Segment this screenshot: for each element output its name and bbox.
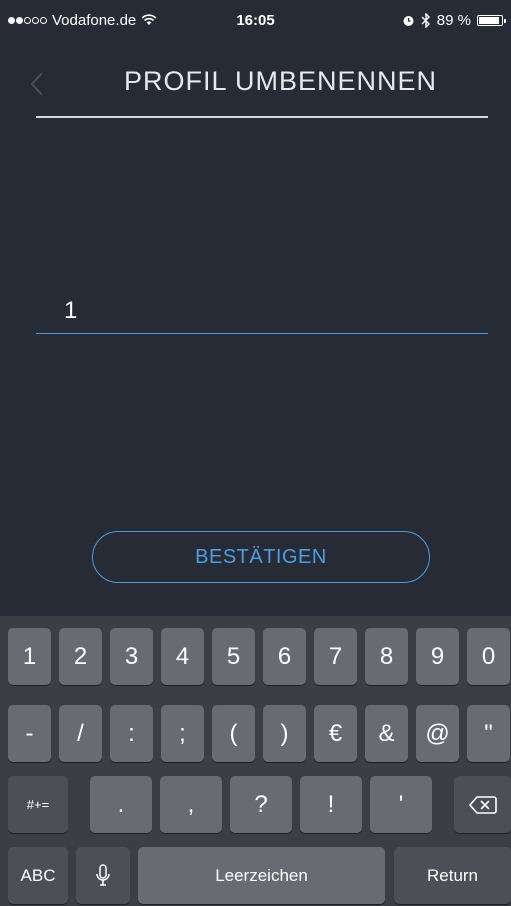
abc-key[interactable]: ABC	[8, 847, 68, 904]
key-close-paren[interactable]: )	[263, 705, 306, 762]
dictation-key[interactable]	[76, 847, 130, 904]
carrier-name: Vodafone.de	[52, 11, 137, 29]
status-bar: Vodafone.de 16:05 89 %	[0, 0, 511, 40]
battery-percentage: 89 %	[436, 11, 471, 29]
chevron-left-icon	[30, 72, 43, 96]
backspace-icon	[468, 795, 497, 814]
key-question[interactable]: ?	[230, 776, 292, 833]
space-key[interactable]: Leerzeichen	[138, 847, 385, 904]
delete-key[interactable]	[454, 776, 511, 833]
signal-strength-icon	[8, 16, 47, 24]
key-quote[interactable]: "	[467, 705, 510, 762]
status-right: 89 %	[402, 11, 506, 29]
key-2[interactable]: 2	[59, 628, 102, 685]
keyboard: 1 2 3 4 5 6 7 8 9 0 - / : ; ( ) € & @ " …	[0, 616, 511, 906]
key-colon[interactable]: :	[110, 705, 153, 762]
battery-icon	[477, 14, 506, 26]
key-semicolon[interactable]: ;	[161, 705, 204, 762]
key-0[interactable]: 0	[467, 628, 510, 685]
key-euro[interactable]: €	[314, 705, 357, 762]
key-8[interactable]: 8	[365, 628, 408, 685]
title-divider	[36, 116, 488, 118]
key-slash[interactable]: /	[59, 705, 102, 762]
key-ampersand[interactable]: &	[365, 705, 408, 762]
key-at[interactable]: @	[416, 705, 459, 762]
status-left: Vodafone.de	[8, 12, 157, 29]
key-open-paren[interactable]: (	[212, 705, 255, 762]
key-apostrophe[interactable]: '	[370, 776, 432, 833]
back-button[interactable]	[22, 64, 52, 104]
key-5[interactable]: 5	[212, 628, 255, 685]
page-title: PROFIL UMBENENNEN	[123, 66, 438, 96]
wifi-icon	[141, 14, 157, 25]
key-period[interactable]: .	[90, 776, 152, 833]
key-7[interactable]: 7	[314, 628, 357, 685]
key-exclamation[interactable]: !	[300, 776, 362, 833]
microphone-icon	[96, 863, 110, 886]
alarm-icon	[403, 15, 414, 26]
key-hyphen[interactable]: -	[8, 705, 51, 762]
key-1[interactable]: 1	[8, 628, 51, 685]
key-6[interactable]: 6	[263, 628, 306, 685]
return-key[interactable]: Return	[394, 847, 511, 904]
key-4[interactable]: 4	[161, 628, 204, 685]
key-3[interactable]: 3	[110, 628, 153, 685]
symbols-mode-key[interactable]: #+=	[8, 776, 68, 833]
key-9[interactable]: 9	[416, 628, 459, 685]
bluetooth-icon	[421, 12, 430, 28]
key-comma[interactable]: ,	[160, 776, 222, 833]
battery-fill	[479, 16, 499, 24]
profile-name-input[interactable]	[36, 288, 488, 334]
confirm-button[interactable]: BESTÄTIGEN	[92, 531, 430, 583]
